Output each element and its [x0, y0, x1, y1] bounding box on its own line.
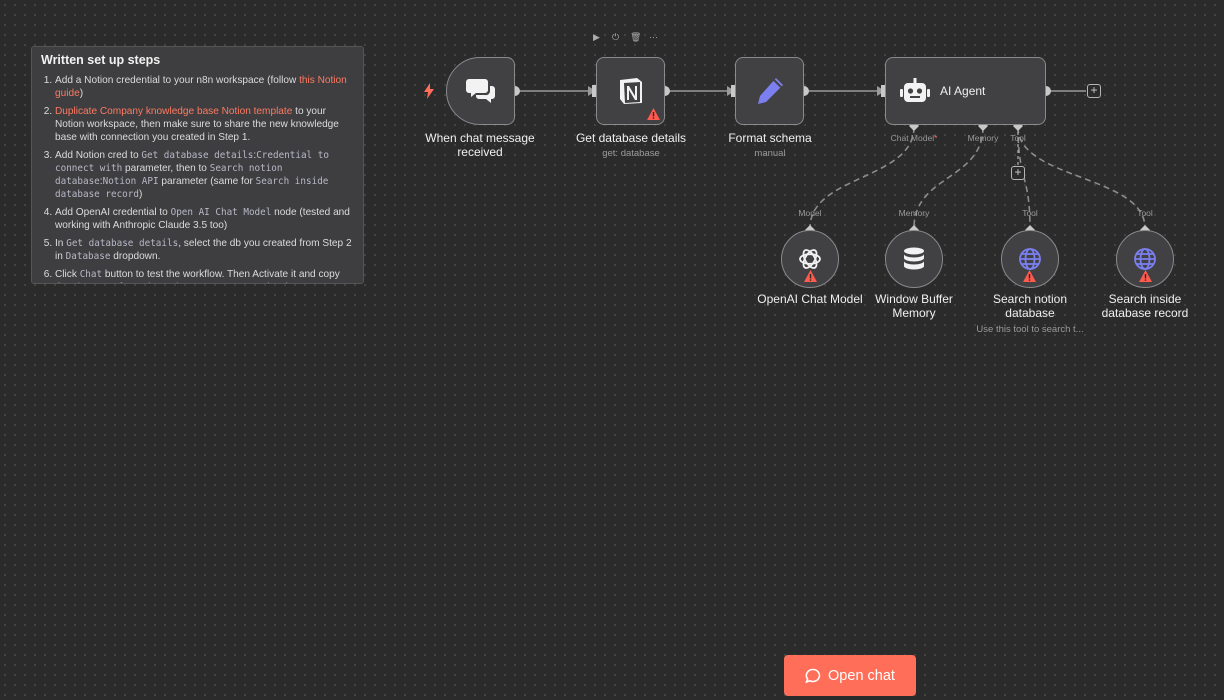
open-chat-button[interactable]: Open chat — [784, 655, 916, 696]
add-tool-button[interactable]: + — [1011, 166, 1025, 180]
deactivate-node-button[interactable]: ⏻ — [611, 32, 620, 43]
step-text: parameter (same for — [158, 176, 256, 187]
search-notion-database-label: Search notion database — [992, 292, 1068, 320]
delete-node-button[interactable]: 🗑 — [630, 32, 641, 43]
step-text: In — [55, 238, 67, 249]
setup-step: In Get database details, select the db y… — [55, 237, 353, 263]
warning-icon — [804, 270, 817, 282]
globe-icon — [1134, 248, 1156, 270]
tool-input-label: Tool — [1137, 208, 1153, 218]
inline-code: Database — [65, 251, 111, 262]
inline-code: Chat URL — [72, 282, 117, 283]
inline-code: Get database details — [66, 238, 179, 249]
setup-step: Duplicate Company knowledge base Notion … — [55, 105, 353, 144]
chat-trigger-node[interactable] — [446, 57, 515, 125]
note-link[interactable]: Duplicate Company knowledge base Notion … — [55, 106, 292, 117]
execute-node-button[interactable]: ▶ — [592, 32, 601, 43]
step-text: dropdown. — [110, 251, 161, 262]
step-text: Click — [55, 269, 80, 280]
step-text: from — [117, 282, 143, 283]
openai-icon — [799, 249, 821, 269]
setup-step: Click Chat button to test the workflow. … — [55, 268, 353, 283]
format-schema-node[interactable] — [735, 57, 804, 125]
inline-code: Open AI Chat Model — [170, 207, 272, 218]
warning-icon — [1139, 270, 1152, 282]
chat-bubbles-icon — [465, 79, 495, 103]
chat-icon — [805, 668, 821, 683]
step-text: Add OpenAI credential to — [55, 207, 171, 218]
lightning-icon — [424, 83, 434, 99]
tool-port-label: Tool — [1010, 133, 1026, 143]
step-text: Add Notion cred to — [55, 150, 142, 161]
search-notion-database-subtitle: Use this tool to search t... — [976, 324, 1084, 335]
warning-icon — [647, 108, 660, 120]
format-schema-label: Format schema — [728, 131, 812, 145]
get-database-label: Get database details — [575, 131, 687, 145]
step-text: . — [288, 282, 291, 283]
node-toolbar: ▶ ⏻ 🗑 ··· — [592, 32, 658, 43]
robot-icon — [900, 78, 930, 102]
globe-icon — [1019, 248, 1041, 270]
step-text: ) — [138, 189, 143, 200]
model-input-label: Model — [798, 208, 822, 218]
add-node-after-agent-button[interactable]: + — [1087, 84, 1101, 98]
get-database-subtitle: get: database — [602, 148, 660, 159]
format-schema-subtitle: manual — [754, 148, 786, 159]
setup-steps-list: Add a Notion credential to your n8n work… — [41, 74, 353, 283]
more-options-button[interactable]: ··· — [649, 32, 658, 43]
tool-input-label: Tool — [1022, 208, 1038, 218]
inline-code: Get database details — [141, 150, 254, 161]
step-text: Add a Notion credential to your n8n work… — [55, 75, 300, 86]
setup-step: Add a Notion credential to your n8n work… — [55, 74, 353, 100]
open-chat-label: Open chat — [828, 667, 895, 684]
pencil-icon — [757, 78, 783, 104]
chat-trigger-label: When chat message received — [425, 131, 535, 159]
step-text: ) — [79, 88, 84, 99]
setup-step: Add Notion cred to Get database details:… — [55, 149, 353, 201]
window-buffer-memory-label: Window Buffer Memory — [875, 292, 953, 320]
notion-icon — [619, 78, 642, 104]
window-buffer-memory-node[interactable] — [885, 230, 943, 288]
setup-step: Add OpenAI credential to Open AI Chat Mo… — [55, 206, 353, 232]
chat-model-port-label: Chat Model* — [890, 133, 938, 143]
memory-input-label: Memory — [898, 208, 930, 218]
setup-steps-note[interactable]: Written set up steps Add a Notion creden… — [31, 46, 364, 284]
search-inside-database-record-label: Search inside database record — [1101, 292, 1189, 320]
openai-chat-model-label: OpenAI Chat Model — [757, 292, 863, 306]
inline-code: Chat — [79, 269, 103, 280]
inline-code: When chat message received — [142, 282, 288, 283]
ai-agent-label: AI Agent — [940, 84, 986, 98]
step-text: parameter, then to — [122, 163, 210, 174]
note-title: Written set up steps — [41, 53, 161, 67]
inline-code: Notion API — [102, 176, 159, 187]
database-icon — [904, 247, 924, 270]
warning-icon — [1023, 270, 1036, 282]
